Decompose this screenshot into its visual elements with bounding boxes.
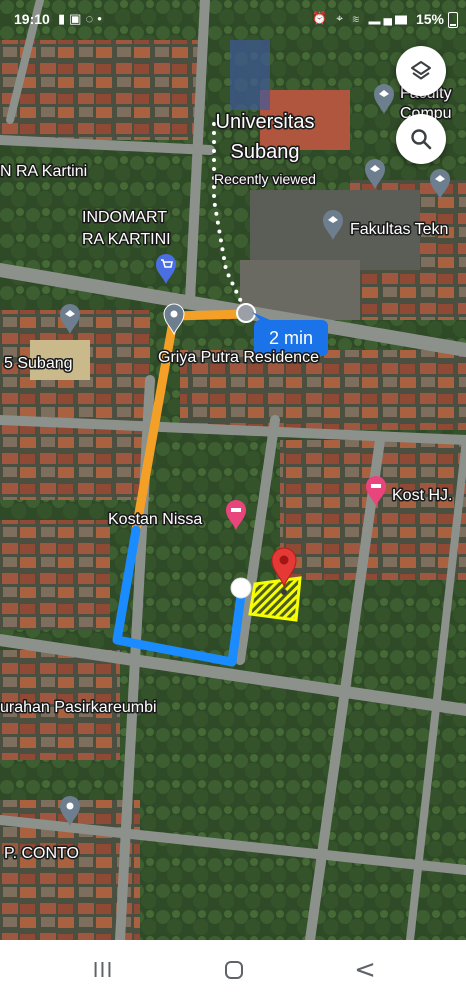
battery-icon (448, 12, 458, 28)
back-button[interactable]: < (342, 954, 388, 986)
layers-button[interactable] (396, 46, 446, 96)
sports-field (230, 40, 270, 110)
location-icon: ⌖ (336, 11, 347, 25)
selected-lot (248, 576, 302, 622)
system-icons: ⏰ ⌖ ≋ ▂▄▆ (312, 11, 410, 26)
clock: 19:10 (14, 11, 50, 27)
status-bar: 19:10 ▮▣◌• ⏰ ⌖ ≋ ▂▄▆ 15% (0, 0, 466, 40)
wifi-icon: ≋ (352, 11, 363, 25)
search-icon (411, 129, 432, 150)
residential-block (0, 520, 110, 630)
label-griya-putra[interactable]: Griya Putra Residence (157, 348, 321, 368)
route-start-point (236, 303, 256, 323)
layers-icon (411, 61, 431, 80)
label-recently-viewed: Recently viewed (214, 171, 316, 187)
home-icon (225, 961, 243, 979)
label-ra-kartini[interactable]: N RA Kartini (0, 162, 89, 182)
label-indomart-2[interactable]: RA KARTINI (81, 230, 173, 250)
navigation-bar: III < (0, 940, 466, 1000)
label-indomart[interactable]: INDOMART (81, 208, 169, 228)
label-5-subang[interactable]: 5 Subang (3, 354, 75, 374)
label-kelurahan[interactable]: urahan Pasirkareumbi (0, 698, 158, 718)
whatsapp-icon: ◌ (85, 11, 98, 26)
label-kost-hj[interactable]: Kost HJ. (391, 486, 454, 506)
battery-level: 15% (415, 11, 444, 27)
label-universitas-subang-2[interactable]: Subang (229, 140, 301, 165)
signal-icon: ▂▄▆ (368, 11, 410, 25)
gallery-icon: ▣ (69, 11, 86, 26)
sim-alert-icon: ▮ (58, 11, 70, 26)
label-universitas-subang[interactable]: Universitas (214, 110, 316, 135)
route-end-point (230, 577, 252, 599)
search-button[interactable] (396, 114, 446, 164)
alarm-icon: ⏰ (311, 11, 330, 25)
destination-dot (281, 589, 287, 595)
label-fakultas-tekn[interactable]: Fakultas Tekn (349, 220, 450, 240)
notification-icons: ▮▣◌• (58, 11, 106, 27)
dot-icon: • (97, 11, 106, 26)
duration-label: 2 min (269, 328, 313, 348)
label-p-conto[interactable]: P. CONTO (3, 844, 81, 864)
residential-block (0, 310, 150, 500)
recents-button[interactable]: III (80, 954, 126, 986)
home-button[interactable] (212, 954, 256, 986)
label-kostan-nissa[interactable]: Kostan Nissa (107, 510, 204, 530)
